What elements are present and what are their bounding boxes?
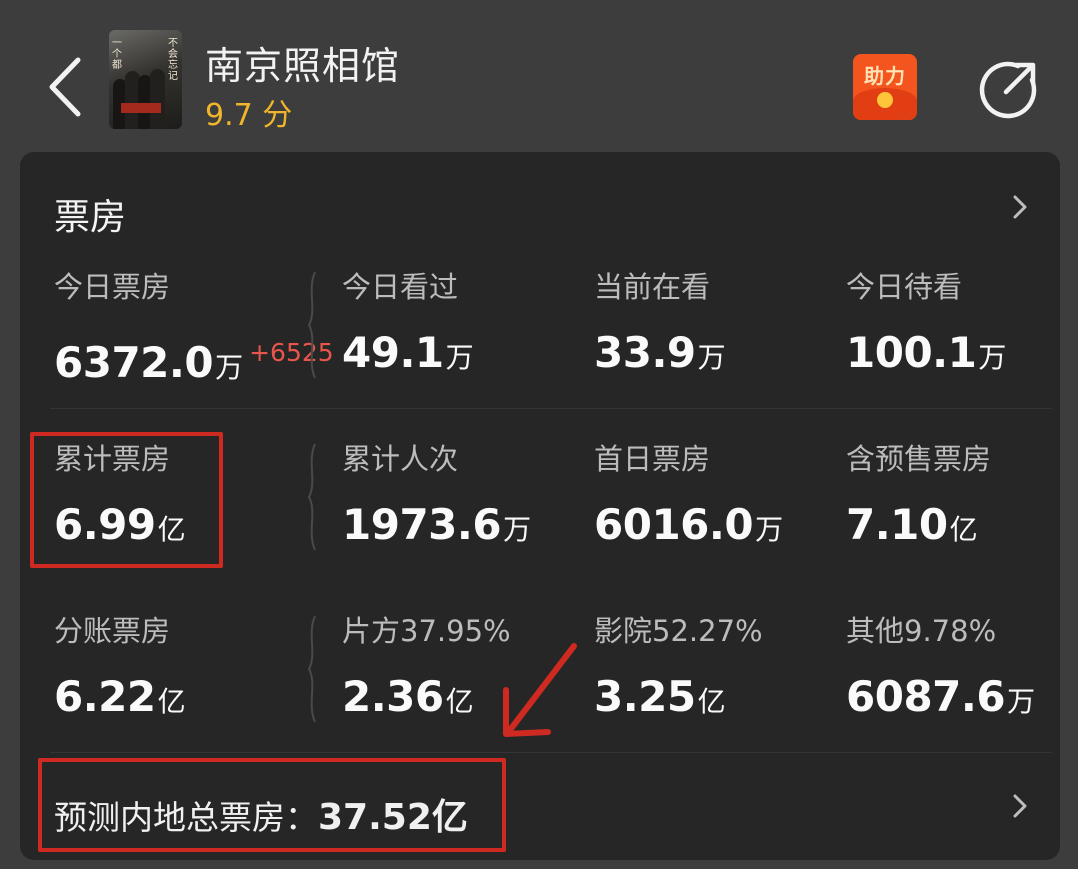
chevron-right-icon[interactable] [1010, 791, 1030, 821]
stat-label: 含预售票房 [846, 442, 992, 476]
highlight-box-cumulative [30, 432, 223, 568]
stat-label: 累计人次 [342, 442, 459, 476]
share-icon[interactable] [978, 58, 1040, 120]
stat-value: 2.36 [342, 672, 444, 721]
chevron-left-icon[interactable] [40, 52, 92, 122]
stat-value: 6372.0 [54, 338, 214, 387]
split-box-office: 分账票房 6.22亿 [54, 614, 274, 729]
today-box-office: 今日票房 6372.0万 +6525 [54, 270, 344, 395]
poster-caption-2: 不会忘记 [168, 38, 178, 82]
stat-value: 3.25 [594, 672, 696, 721]
annotation-arrow-icon [503, 643, 577, 737]
brace-separator [307, 271, 316, 379]
today-want-to-watch: 今日待看 100.1万 [846, 270, 1066, 385]
stat-label: 影院52.27% [594, 614, 763, 648]
stat-unit: 万 [978, 341, 1007, 374]
stat-label: 今日看过 [342, 270, 459, 304]
stat-unit: 亿 [697, 685, 726, 718]
poster-caption-1: 一个都 [112, 38, 122, 71]
brace-separator [307, 615, 316, 723]
stat-unit: 亿 [157, 685, 186, 718]
stat-unit: 万 [215, 351, 244, 384]
stat-label: 当前在看 [594, 270, 711, 304]
stat-value: 6087.6 [846, 672, 1006, 721]
stat-value: 100.1 [846, 328, 977, 377]
stat-label: 今日票房 [54, 270, 171, 304]
chevron-right-icon[interactable] [1010, 192, 1030, 222]
stat-value: 49.1 [342, 328, 444, 377]
highlight-box-prediction [38, 758, 506, 852]
stat-unit: 万 [697, 341, 726, 374]
stat-value: 6016.0 [594, 500, 754, 549]
stat-label: 首日票房 [594, 442, 711, 476]
stat-label: 今日待看 [846, 270, 963, 304]
stat-value: 6.22 [54, 672, 156, 721]
stat-unit: 万 [1007, 685, 1036, 718]
cumulative-admissions: 累计人次 1973.6万 [342, 442, 562, 557]
row-divider [50, 752, 1052, 753]
poster-banner [121, 103, 161, 113]
movie-score: 9.7 分 [205, 98, 293, 133]
box-office-title: 票房 [54, 197, 127, 238]
help-boost-label: 助力 [864, 64, 906, 88]
movie-poster[interactable]: 一个都 不会忘记 [109, 30, 182, 129]
stat-unit: 万 [755, 513, 784, 546]
stat-unit: 万 [445, 341, 474, 374]
today-viewed: 今日看过 49.1万 [342, 270, 562, 385]
other-share: 其他9.78% 6087.6万 [846, 614, 1066, 729]
stat-value: 1973.6 [342, 500, 502, 549]
stat-value: 7.10 [846, 500, 948, 549]
currently-watching: 当前在看 33.9万 [594, 270, 814, 385]
box-office-with-presale: 含预售票房 7.10亿 [846, 442, 1066, 557]
stat-unit: 万 [503, 513, 532, 546]
stat-unit: 亿 [949, 513, 978, 546]
row-divider [50, 408, 1052, 409]
stat-unit: 亿 [445, 685, 474, 718]
stat-label: 其他9.78% [846, 614, 997, 648]
first-day-box-office: 首日票房 6016.0万 [594, 442, 814, 557]
coin-icon [877, 92, 893, 108]
brace-separator [307, 443, 316, 551]
cinema-share: 影院52.27% 3.25亿 [594, 614, 814, 729]
help-boost-button[interactable]: 助力 [853, 54, 917, 120]
top-nav-bar: 一个都 不会忘记 南京照相馆 9.7 分 助力 [0, 0, 1078, 150]
stat-value: 33.9 [594, 328, 696, 377]
movie-title: 南京照相馆 [205, 44, 401, 88]
stat-label: 分账票房 [54, 614, 171, 648]
